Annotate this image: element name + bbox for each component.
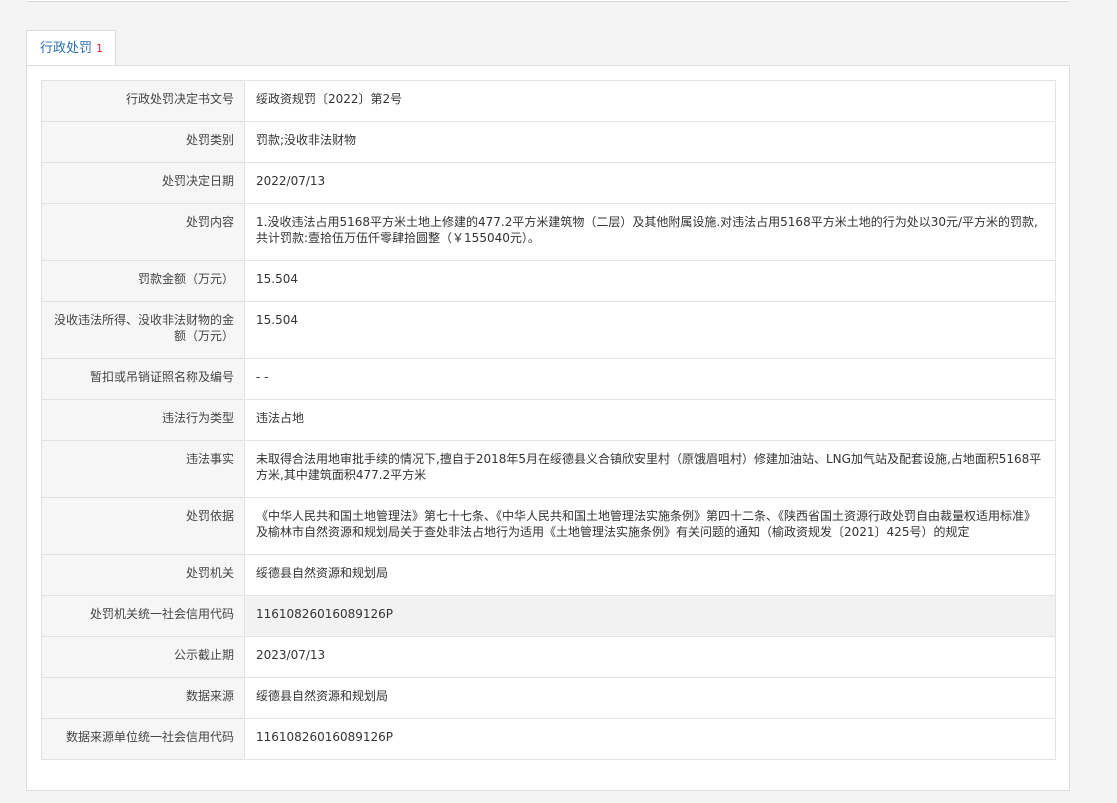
row-label: 处罚决定日期 xyxy=(41,162,245,204)
row-value: 15.504 xyxy=(244,260,1056,302)
table-row: 没收违法所得、没收非法财物的金额（万元） 15.504 xyxy=(41,301,1056,359)
row-value: 绥德县自然资源和规划局 xyxy=(244,554,1056,596)
row-label: 公示截止期 xyxy=(41,636,245,678)
row-label: 暂扣或吊销证照名称及编号 xyxy=(41,358,245,400)
row-label: 违法行为类型 xyxy=(41,399,245,441)
tab-count-badge: 1 xyxy=(96,42,104,55)
table-row: 处罚内容 1.没收违法占用5168平方米土地上修建的477.2平方米建筑物（二层… xyxy=(41,203,1056,261)
tab-bar: 行政处罚 1 xyxy=(26,30,117,66)
row-label: 处罚类别 xyxy=(41,121,245,163)
table-row: 处罚决定日期 2022/07/13 xyxy=(41,162,1056,204)
table-row: 暂扣或吊销证照名称及编号 - - xyxy=(41,358,1056,400)
table-row: 数据来源单位统一社会信用代码 11610826016089126P xyxy=(41,718,1056,760)
row-value: 绥德县自然资源和规划局 xyxy=(244,677,1056,719)
table-row: 公示截止期 2023/07/13 xyxy=(41,636,1056,678)
row-value: 1.没收违法占用5168平方米土地上修建的477.2平方米建筑物（二层）及其他附… xyxy=(244,203,1056,261)
tab-label: 行政处罚 xyxy=(40,41,93,56)
row-value: 罚款;没收非法财物 xyxy=(244,121,1056,163)
row-value: 违法占地 xyxy=(244,399,1056,441)
row-label: 处罚内容 xyxy=(41,203,245,261)
row-label: 数据来源 xyxy=(41,677,245,719)
row-value: 2023/07/13 xyxy=(244,636,1056,678)
penalty-detail-table: 行政处罚决定书文号 绥政资规罚〔2022〕第2号 处罚类别 罚款;没收非法财物 … xyxy=(41,80,1056,760)
row-value: 未取得合法用地审批手续的情况下,擅自于2018年5月在绥德县义合镇欣安里村（原饿… xyxy=(244,440,1056,498)
table-row: 违法行为类型 违法占地 xyxy=(41,399,1056,441)
table-row: 数据来源 绥德县自然资源和规划局 xyxy=(41,677,1056,719)
row-value: 绥政资规罚〔2022〕第2号 xyxy=(244,80,1056,122)
row-value: 11610826016089126P xyxy=(244,595,1056,637)
row-label: 行政处罚决定书文号 xyxy=(41,80,245,122)
table-row: 违法事实 未取得合法用地审批手续的情况下,擅自于2018年5月在绥德县义合镇欣安… xyxy=(41,440,1056,498)
tab-administrative-penalty[interactable]: 行政处罚 1 xyxy=(26,30,117,66)
row-value: - - xyxy=(244,358,1056,400)
table-row: 处罚依据 《中华人民共和国土地管理法》第七十七条、《中华人民共和国土地管理法实施… xyxy=(41,497,1056,555)
top-panel-edge xyxy=(26,0,1070,2)
row-label: 处罚机关统一社会信用代码 xyxy=(41,595,245,637)
row-value: 11610826016089126P xyxy=(244,718,1056,760)
row-label: 罚款金额（万元） xyxy=(41,260,245,302)
row-label: 处罚机关 xyxy=(41,554,245,596)
row-label: 数据来源单位统一社会信用代码 xyxy=(41,718,245,760)
penalty-detail-panel: 行政处罚决定书文号 绥政资规罚〔2022〕第2号 处罚类别 罚款;没收非法财物 … xyxy=(26,65,1070,791)
row-value: 2022/07/13 xyxy=(244,162,1056,204)
row-value: 15.504 xyxy=(244,301,1056,359)
table-row: 处罚机关统一社会信用代码 11610826016089126P xyxy=(41,595,1056,637)
table-row: 罚款金额（万元） 15.504 xyxy=(41,260,1056,302)
row-label: 处罚依据 xyxy=(41,497,245,555)
table-row: 处罚类别 罚款;没收非法财物 xyxy=(41,121,1056,163)
row-value: 《中华人民共和国土地管理法》第七十七条、《中华人民共和国土地管理法实施条例》第四… xyxy=(244,497,1056,555)
row-label: 违法事实 xyxy=(41,440,245,498)
row-label: 没收违法所得、没收非法财物的金额（万元） xyxy=(41,301,245,359)
table-row: 行政处罚决定书文号 绥政资规罚〔2022〕第2号 xyxy=(41,80,1056,122)
table-row: 处罚机关 绥德县自然资源和规划局 xyxy=(41,554,1056,596)
